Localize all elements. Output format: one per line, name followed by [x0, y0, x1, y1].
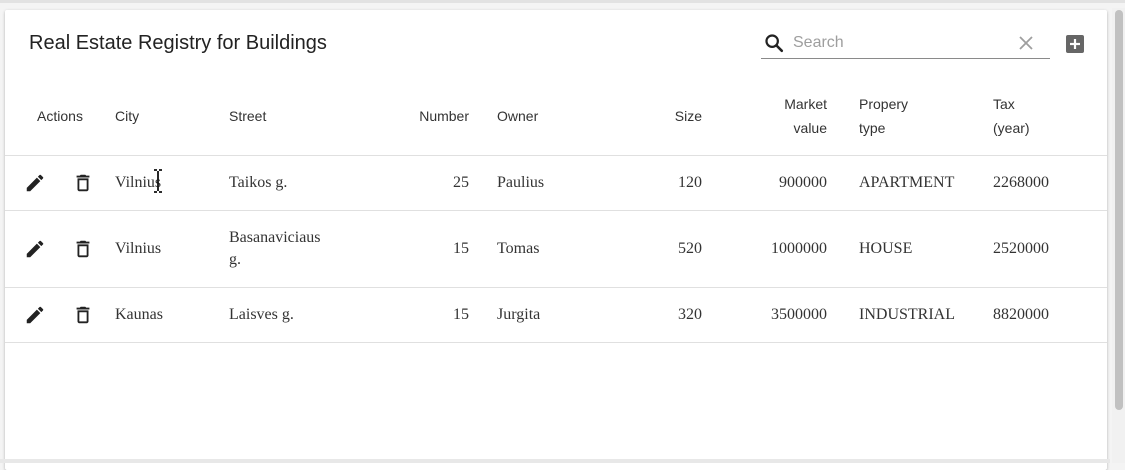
cell-tax: 2268000: [993, 155, 1107, 211]
bottom-edge: [0, 459, 1110, 463]
trash-icon[interactable]: [72, 172, 94, 194]
header-tax-line1: Tax: [993, 95, 1015, 112]
registry-card: Real Estate Registry for Buildings Actio…: [5, 10, 1107, 470]
cell-market-value: 3500000: [702, 287, 827, 343]
row-actions: [5, 287, 115, 343]
search-input[interactable]: [793, 32, 1008, 54]
add-button[interactable]: [1065, 34, 1085, 54]
cell-city: Vilnius: [115, 210, 229, 288]
header-property-type-line1: Propery: [859, 95, 909, 112]
search-bar: [761, 28, 1050, 59]
cell-property-type: HOUSE: [859, 210, 993, 288]
top-edge: [0, 0, 1125, 3]
header-actions: Actions: [5, 76, 115, 156]
cell-owner: Jurgita: [497, 287, 637, 343]
cell-street: Taikos g.: [229, 155, 351, 211]
table-row: Vilnius Basanaviciaus g. 15 Tomas 520 10…: [5, 210, 1107, 288]
text-cursor-icon: [154, 169, 162, 193]
cell-owner: Tomas: [497, 210, 637, 288]
header-market-value[interactable]: Market value: [702, 76, 827, 156]
header-street[interactable]: Street: [229, 76, 351, 156]
cell-property-type: INDUSTRIAL: [859, 287, 993, 343]
header-city[interactable]: City: [115, 76, 229, 156]
cell-property-type: APARTMENT: [859, 155, 993, 211]
header-number[interactable]: Number: [351, 76, 469, 156]
header-tax[interactable]: Tax (year): [993, 76, 1107, 156]
close-icon[interactable]: [1017, 34, 1035, 52]
header-tax-line2: (year): [993, 119, 1030, 136]
trash-icon[interactable]: [72, 304, 94, 326]
cell-owner: Paulius: [497, 155, 637, 211]
table-row: Kaunas Laisves g. 15 Jurgita 320 3500000…: [5, 287, 1107, 343]
cell-street: Basanaviciaus g.: [229, 210, 351, 288]
header-property-type[interactable]: Propery type: [859, 76, 993, 156]
scrollbar-thumb[interactable]: [1115, 10, 1123, 410]
header-size[interactable]: Size: [637, 76, 702, 156]
buildings-table: Actions City Street Number Owner Size Ma…: [5, 76, 1107, 343]
cell-market-value: 900000: [702, 155, 827, 211]
table-header-row: Actions City Street Number Owner Size Ma…: [5, 76, 1107, 156]
header-market-value-line2: value: [793, 119, 827, 136]
cell-street: Laisves g.: [229, 287, 351, 343]
table-row: Vilnius Taikos g. 25 Paulius 120 900000 …: [5, 155, 1107, 211]
pencil-icon[interactable]: [24, 172, 46, 194]
cell-city: Vilnius: [115, 155, 229, 211]
cell-city: Kaunas: [115, 287, 229, 343]
header-owner[interactable]: Owner: [497, 76, 637, 156]
page-title: Real Estate Registry for Buildings: [29, 32, 327, 54]
cell-number: 15: [351, 210, 469, 288]
search-icon: [765, 34, 784, 53]
cell-tax: 2520000: [993, 210, 1107, 288]
pencil-icon[interactable]: [24, 238, 46, 260]
cell-size: 320: [637, 287, 702, 343]
cell-market-value: 1000000: [702, 210, 827, 288]
row-actions: [5, 155, 115, 211]
vertical-scrollbar[interactable]: [1112, 8, 1125, 463]
cell-size: 520: [637, 210, 702, 288]
cell-size: 120: [637, 155, 702, 211]
cell-number: 15: [351, 287, 469, 343]
header-property-type-line2: type: [859, 119, 886, 136]
trash-icon[interactable]: [72, 238, 94, 260]
pencil-icon[interactable]: [24, 304, 46, 326]
header-market-value-line1: Market: [784, 95, 827, 112]
row-actions: [5, 210, 115, 288]
cell-number: 25: [351, 155, 469, 211]
cell-tax: 8820000: [993, 287, 1107, 343]
